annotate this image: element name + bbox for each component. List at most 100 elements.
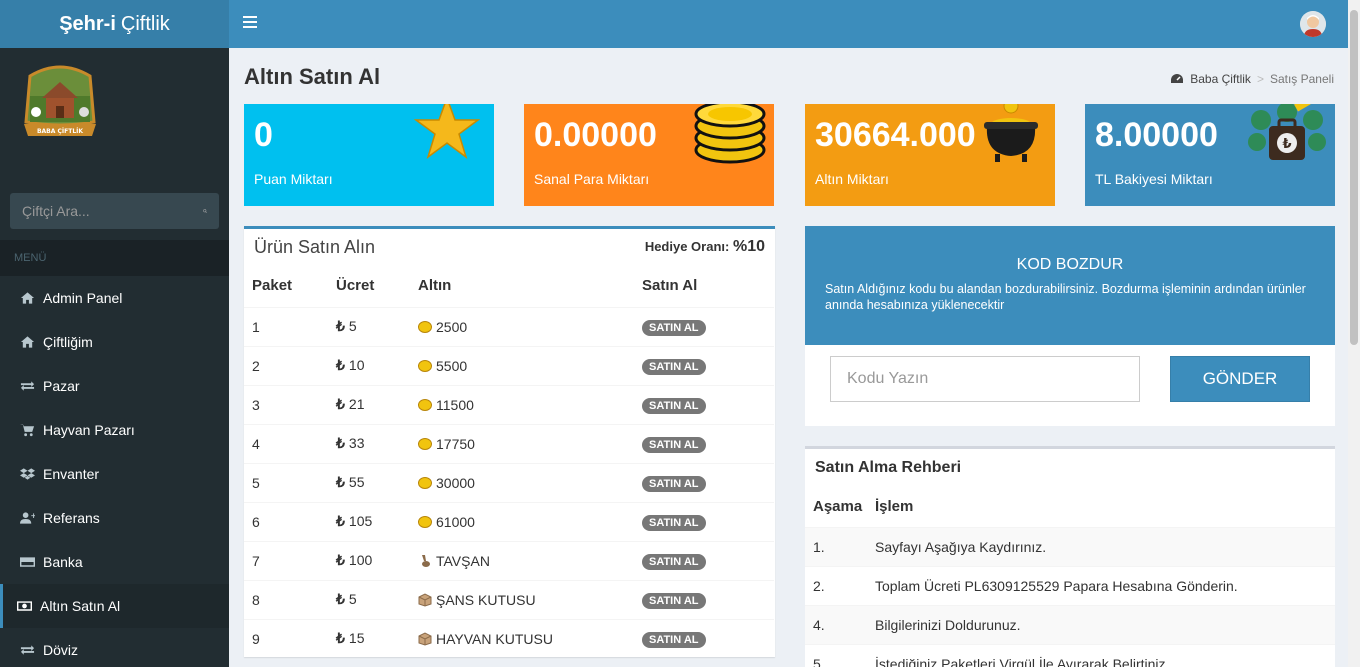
cell-paket: 3 bbox=[244, 384, 328, 424]
col-header-ucret: Ücret bbox=[328, 265, 410, 308]
table-row: 7 ₺ 100 TAVŞAN SATIN AL bbox=[244, 540, 774, 580]
sidebar-item-admin-panel[interactable]: Admin Panel bbox=[0, 276, 229, 320]
sidebar-item-label: Çiftliğim bbox=[43, 334, 93, 350]
sidebar-item-doviz[interactable]: Döviz bbox=[0, 628, 229, 667]
purchase-guide-box: Satın Alma Rehberi Aşama İşlem 1. Sayfayı… bbox=[805, 446, 1335, 667]
logo-text: BABA ÇİFTLİK bbox=[37, 128, 83, 135]
sidebar: Şehr-i Çiftlik BABA ÇİFTLİK MENÜ Admin P… bbox=[0, 0, 229, 667]
code-redeem-description: Satın Aldığınız kodu bu alandan bozdurab… bbox=[825, 282, 1306, 312]
rabbit-icon bbox=[422, 554, 430, 567]
money-icon bbox=[16, 599, 32, 613]
cell-paket: 4 bbox=[244, 423, 328, 463]
cell-satin-al: SATIN AL bbox=[634, 384, 774, 424]
page-title: Altın Satın Al bbox=[244, 64, 381, 89]
stat-value: 8.00000 bbox=[1095, 116, 1218, 154]
user-avatar[interactable] bbox=[1300, 11, 1326, 37]
lira-icon: ₺ bbox=[336, 630, 345, 647]
cell-step: 1. bbox=[805, 526, 867, 566]
col-header-step: Aşama bbox=[805, 487, 867, 528]
stat-box-tl-balance: 8.00000 TL Bakiyesi Miktarı ₺ bbox=[1085, 104, 1335, 206]
cell-paket: 9 bbox=[244, 618, 328, 657]
buy-button[interactable]: SATIN AL bbox=[642, 631, 706, 648]
farm-logo: BABA ÇİFTLİK bbox=[24, 65, 96, 136]
coin-icon bbox=[418, 359, 432, 372]
dropbox-icon bbox=[19, 467, 35, 481]
cell-ucret: ₺ 21 bbox=[328, 384, 410, 424]
buy-button[interactable]: SATIN AL bbox=[642, 319, 706, 336]
table-row: 1. Sayfayı Aşağıya Kaydırınız. bbox=[805, 526, 1335, 566]
cell-satin-al: SATIN AL bbox=[634, 345, 774, 385]
cell-ucret: ₺ 15 bbox=[328, 618, 410, 657]
cell-ucret: ₺ 105 bbox=[328, 501, 410, 541]
cell-altin: 2500 bbox=[410, 306, 634, 346]
table-row: 1 ₺ 5 2500 SATIN AL bbox=[244, 306, 774, 346]
code-input[interactable] bbox=[830, 356, 1140, 402]
sidebar-item-envanter[interactable]: Envanter bbox=[0, 452, 229, 496]
brand-bold: Şehr-i bbox=[59, 12, 116, 35]
menu-header: MENÜ bbox=[0, 240, 229, 276]
coin-icon bbox=[418, 437, 432, 450]
coin-icon bbox=[418, 515, 432, 528]
buy-button[interactable]: SATIN AL bbox=[642, 436, 706, 453]
sidebar-item-banka[interactable]: Banka bbox=[0, 540, 229, 584]
brand-logo[interactable]: Şehr-i Çiftlik bbox=[0, 0, 229, 48]
cell-paket: 1 bbox=[244, 306, 328, 346]
buy-button[interactable]: SATIN AL bbox=[642, 553, 706, 570]
coin-icon bbox=[418, 398, 432, 411]
cell-satin-al: SATIN AL bbox=[634, 540, 774, 580]
cart-icon bbox=[19, 423, 35, 437]
buy-button[interactable]: SATIN AL bbox=[642, 397, 706, 414]
cell-paket: 2 bbox=[244, 345, 328, 385]
breadcrumb-home[interactable]: Baba Çiftlik bbox=[1190, 72, 1251, 86]
sidebar-item-label: Altın Satın Al bbox=[40, 598, 121, 614]
cell-satin-al: SATIN AL bbox=[634, 423, 774, 463]
search-icon[interactable] bbox=[203, 204, 207, 218]
dashboard-icon bbox=[1171, 74, 1184, 83]
code-redeem-title: KOD BOZDUR bbox=[1016, 256, 1124, 273]
cell-satin-al: SATIN AL bbox=[634, 462, 774, 502]
sidebar-item-label: Referans bbox=[43, 510, 100, 526]
guide-title: Satın Alma Rehberi bbox=[815, 459, 962, 476]
buy-button[interactable]: SATIN AL bbox=[642, 475, 706, 492]
brand-rest: Çiftlik bbox=[120, 12, 170, 35]
cell-satin-al: SATIN AL bbox=[634, 501, 774, 541]
buy-button[interactable]: SATIN AL bbox=[642, 592, 706, 609]
cell-ucret: ₺ 55 bbox=[328, 462, 410, 502]
page-scrollbar[interactable] bbox=[1348, 0, 1360, 667]
cell-altin: 61000 bbox=[410, 501, 634, 541]
breadcrumb-current: Satış Paneli bbox=[1269, 72, 1334, 86]
send-button[interactable]: GÖNDER bbox=[1170, 356, 1310, 402]
sidebar-item-label: Envanter bbox=[43, 466, 100, 482]
sidebar-item-ciftligim[interactable]: Çiftliğim bbox=[0, 320, 229, 364]
stat-value: 30664.000 bbox=[815, 116, 976, 154]
search-input[interactable] bbox=[22, 203, 203, 219]
exchange-icon bbox=[19, 643, 35, 657]
product-table: Paket Ücret Altın Satın Al 1 ₺ 5 2500 SATIN … bbox=[244, 265, 774, 657]
sidebar-item-referans[interactable]: Referans bbox=[0, 496, 229, 540]
cell-paket: 6 bbox=[244, 501, 328, 541]
sidebar-item-pazar[interactable]: Pazar bbox=[0, 364, 229, 408]
col-header-paket: Paket bbox=[244, 265, 328, 308]
buy-button[interactable]: SATIN AL bbox=[642, 514, 706, 531]
cell-altin: 30000 bbox=[410, 462, 634, 502]
cell-altin: ŞANS KUTUSU bbox=[410, 579, 634, 619]
buy-button[interactable]: SATIN AL bbox=[642, 358, 706, 375]
cell-ucret: ₺ 100 bbox=[328, 540, 410, 580]
table-row: 8 ₺ 5 ŞANS KUTUSU SATIN AL bbox=[244, 579, 774, 619]
sidebar-item-altin-satin-al[interactable]: Altın Satın Al bbox=[0, 584, 229, 628]
sidebar-item-hayvan-pazari[interactable]: Hayvan Pazarı bbox=[0, 408, 229, 452]
cell-altin: 11500 bbox=[410, 384, 634, 424]
stat-label: TL Bakiyesi Miktarı bbox=[1095, 171, 1213, 187]
lira-icon: ₺ bbox=[336, 435, 345, 451]
cell-ucret: ₺ 5 bbox=[328, 579, 410, 619]
box-title: Ürün Satın Alın bbox=[254, 236, 376, 257]
sidebar-item-label: Hayvan Pazarı bbox=[43, 422, 135, 438]
cell-altin: 5500 bbox=[410, 345, 634, 385]
cell-altin: TAVŞAN bbox=[410, 540, 634, 580]
stat-label: Puan Miktarı bbox=[254, 171, 333, 187]
menu-toggle-icon[interactable] bbox=[243, 16, 257, 30]
guide-table: Aşama İşlem 1. Sayfayı Aşağıya Kaydırınız… bbox=[805, 487, 1335, 667]
table-row: 2 ₺ 10 5500 SATIN AL bbox=[244, 345, 774, 385]
cell-action: Bilgilerinizi Doldurunuz. bbox=[867, 604, 1335, 644]
stat-box-points: 0 Puan Miktarı bbox=[244, 104, 494, 206]
